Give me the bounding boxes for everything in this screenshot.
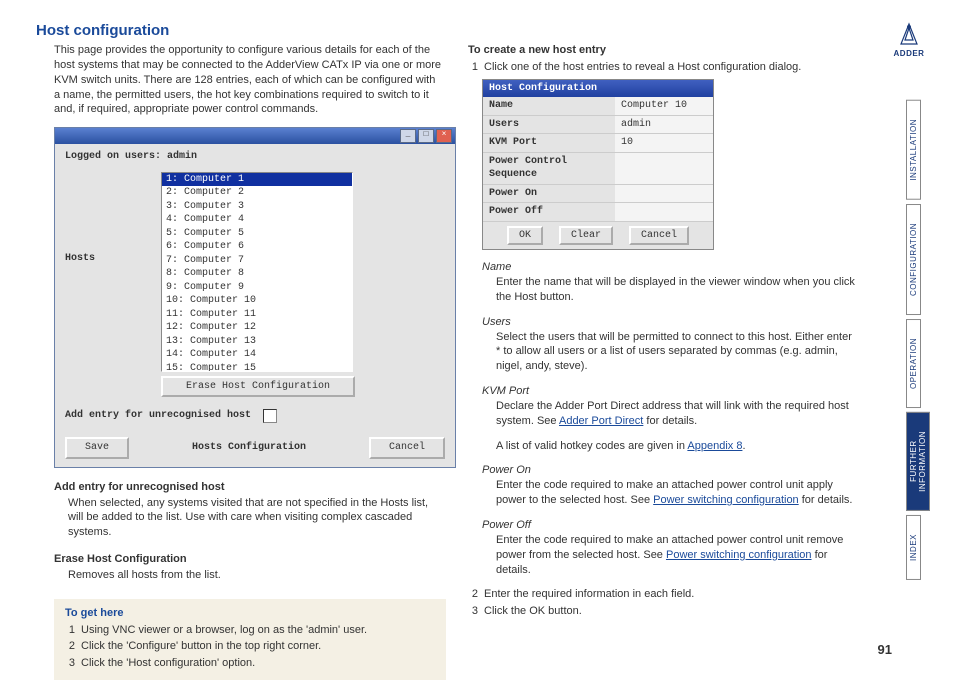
cancel-button[interactable]: Cancel <box>369 437 445 459</box>
add-entry-desc: When selected, any systems visited that … <box>54 496 442 541</box>
page-title: Host configuration <box>0 0 954 43</box>
page-number: 91 <box>878 642 892 657</box>
list-item[interactable]: 15: Computer 15 <box>162 362 352 372</box>
list-item[interactable]: 2: Computer 2 <box>162 186 352 200</box>
tab-index[interactable]: INDEX <box>906 515 921 580</box>
erase-desc: Removes all hosts from the list. <box>54 568 442 583</box>
field-label: Power Off <box>483 203 615 221</box>
users-field-heading: Users <box>468 315 856 330</box>
right-column: To create a new host entry 1Click one of… <box>468 43 856 680</box>
list-item[interactable]: 9: Computer 9 <box>162 281 352 295</box>
tab-installation[interactable]: INSTALLATION <box>906 100 921 200</box>
intro-text: This page provides the opportunity to co… <box>54 43 442 117</box>
field-label: Users <box>483 116 615 134</box>
list-item[interactable]: 5: Computer 5 <box>162 227 352 241</box>
step-text: Enter the required information in each f… <box>484 587 694 602</box>
list-item[interactable]: 4: Computer 4 <box>162 213 352 227</box>
kvm-port-field[interactable]: 10 <box>615 134 713 152</box>
power-switch-link-2[interactable]: Power switching configuration <box>666 549 812 561</box>
popup-title: Host Configuration <box>483 80 713 98</box>
kvm-field-desc: Declare the Adder Port Direct address th… <box>468 399 856 429</box>
tab-configuration[interactable]: CONFIGURATION <box>906 204 921 315</box>
step-text: Click the 'Configure' button in the top … <box>81 639 321 654</box>
list-item[interactable]: 7: Computer 7 <box>162 254 352 268</box>
logged-users-text: Logged on users: admin <box>55 144 455 168</box>
maximize-icon[interactable]: □ <box>418 129 434 143</box>
power-switch-link[interactable]: Power switching configuration <box>653 494 799 506</box>
side-tabs: INSTALLATION CONFIGURATION OPERATION FUR… <box>906 100 926 584</box>
power-off-field[interactable] <box>615 203 713 221</box>
step-text: Click the 'Host configuration' option. <box>81 656 255 671</box>
list-item[interactable]: 13: Computer 13 <box>162 335 352 349</box>
add-entry-label: Add entry for unrecognised host <box>65 409 251 423</box>
step-text: Using VNC viewer or a browser, log on as… <box>81 623 367 638</box>
list-item[interactable]: 3: Computer 3 <box>162 200 352 214</box>
tab-further-information[interactable]: FURTHER INFORMATION <box>906 412 930 511</box>
list-item[interactable]: 12: Computer 12 <box>162 321 352 335</box>
list-item[interactable]: 8: Computer 8 <box>162 267 352 281</box>
create-host-heading: To create a new host entry <box>468 43 856 58</box>
name-field-desc: Enter the name that will be displayed in… <box>468 275 856 305</box>
list-item[interactable]: 14: Computer 14 <box>162 348 352 362</box>
dialog-titlebar: _ □ × <box>55 128 455 144</box>
hotkeys-desc: A list of valid hotkey codes are given i… <box>468 439 856 454</box>
kvm-field-heading: KVM Port <box>468 384 856 399</box>
ok-button[interactable]: OK <box>507 226 543 246</box>
field-label: Power Control Sequence <box>483 153 615 184</box>
power-on-field[interactable] <box>615 185 713 203</box>
hosts-listbox[interactable]: 1: Computer 1 2: Computer 2 3: Computer … <box>161 172 353 372</box>
popup-cancel-button[interactable]: Cancel <box>629 226 689 246</box>
tab-operation[interactable]: OPERATION <box>906 319 921 408</box>
power-off-desc: Enter the code required to make an attac… <box>468 533 856 578</box>
power-on-heading: Power On <box>468 463 856 478</box>
users-field[interactable]: admin <box>615 116 713 134</box>
list-item[interactable]: 11: Computer 11 <box>162 308 352 322</box>
hosts-label: Hosts <box>65 172 161 372</box>
appendix-link[interactable]: Appendix 8 <box>687 440 742 452</box>
adder-port-link[interactable]: Adder Port Direct <box>559 415 643 427</box>
to-get-here-box: To get here 1Using VNC viewer or a brows… <box>54 599 446 680</box>
users-field-desc: Select the users that will be permitted … <box>468 330 856 375</box>
add-entry-checkbox[interactable] <box>263 409 277 423</box>
left-column: This page provides the opportunity to co… <box>54 43 442 680</box>
power-off-heading: Power Off <box>468 518 856 533</box>
close-icon[interactable]: × <box>436 129 452 143</box>
adder-logo-icon <box>895 22 923 48</box>
dialog-center-label: Hosts Configuration <box>192 441 306 455</box>
name-field[interactable]: Computer 10 <box>615 97 713 115</box>
to-get-here-title: To get here <box>65 606 435 621</box>
save-button[interactable]: Save <box>65 437 129 459</box>
step-text: Click one of the host entries to reveal … <box>484 60 801 75</box>
pcs-field[interactable] <box>615 153 713 184</box>
add-entry-heading: Add entry for unrecognised host <box>54 480 442 495</box>
field-label: KVM Port <box>483 134 615 152</box>
adder-logo: ADDER <box>888 22 930 58</box>
minimize-icon[interactable]: _ <box>400 129 416 143</box>
host-config-popup: Host Configuration NameComputer 10 Users… <box>482 79 714 251</box>
field-label: Power On <box>483 185 615 203</box>
list-item[interactable]: 6: Computer 6 <box>162 240 352 254</box>
power-on-desc: Enter the code required to make an attac… <box>468 478 856 508</box>
step-text: Click the OK button. <box>484 604 582 619</box>
list-item[interactable]: 10: Computer 10 <box>162 294 352 308</box>
erase-heading: Erase Host Configuration <box>54 552 442 567</box>
name-field-heading: Name <box>468 260 856 275</box>
field-label: Name <box>483 97 615 115</box>
clear-button[interactable]: Clear <box>559 226 613 246</box>
list-item[interactable]: 1: Computer 1 <box>162 173 352 187</box>
erase-host-button[interactable]: Erase Host Configuration <box>161 376 355 398</box>
hosts-config-dialog: _ □ × Logged on users: admin Hosts 1: Co… <box>54 127 456 468</box>
